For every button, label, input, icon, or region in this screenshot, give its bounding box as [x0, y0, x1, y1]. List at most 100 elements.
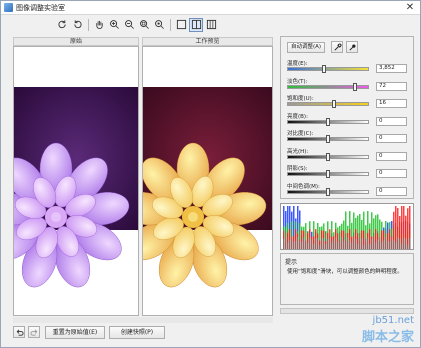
histogram-bar [297, 237, 299, 249]
histogram-bar [293, 241, 295, 249]
adjustment-slider[interactable] [287, 65, 369, 73]
adjustment-slider[interactable] [287, 187, 369, 196]
histogram-bar [289, 239, 291, 249]
histogram-bar [331, 242, 333, 249]
histogram-bar [385, 237, 387, 249]
histogram-bar [383, 240, 385, 249]
view-split-icon[interactable] [189, 17, 203, 32]
histogram-bar [401, 243, 403, 249]
create-snapshot-button[interactable]: 创建快照(P) [109, 326, 165, 339]
histogram-bar [353, 237, 355, 249]
slider-thumb[interactable] [326, 187, 330, 196]
histogram-bar [397, 237, 399, 249]
adjustment-slider[interactable] [287, 135, 369, 143]
image-adjustment-lab-window: 图像调整实验室 ✕ 原始 工作预览 重置为原始值(E) 创建快照(P) 自动调整… [0, 0, 421, 348]
original-image-pane[interactable] [13, 46, 139, 316]
histogram-bar [391, 237, 393, 249]
reset-to-original-button[interactable]: 重置为原始值(E) [45, 326, 105, 339]
panel-scrollbar[interactable] [280, 308, 414, 314]
slider-thumb[interactable] [353, 82, 358, 91]
histogram-bar [379, 237, 381, 249]
slider-thumb[interactable] [326, 152, 330, 161]
histogram-bar [357, 243, 359, 249]
histogram-bar [369, 244, 371, 249]
auto-adjust-button[interactable]: 自动调整(A) [287, 42, 325, 53]
slider-value-input[interactable]: 72 [376, 81, 407, 91]
tip-box: 提示 使用“饱和度”滑块，可以调整颜色的鲜明程度。 [280, 253, 414, 305]
histogram-bar [361, 238, 363, 249]
histogram-bar [299, 240, 301, 249]
histogram-bar [349, 239, 351, 249]
histogram-bar [283, 238, 285, 249]
histogram-bar [291, 237, 293, 249]
histogram-bar [337, 241, 339, 249]
view-split-horizontal-icon[interactable] [204, 18, 218, 32]
view-single-icon[interactable] [174, 18, 188, 32]
zoom-actual-icon[interactable] [152, 18, 166, 32]
slider-thumb[interactable] [326, 117, 330, 126]
adjustment-slider[interactable] [287, 152, 369, 161]
slider-label: 饱和度(U): [287, 96, 314, 102]
histogram-bar [381, 241, 383, 249]
slider-label: 高光(H): [287, 148, 309, 155]
histogram-bar [311, 238, 313, 249]
zoom-in-icon[interactable] [107, 18, 121, 32]
slider-thumb[interactable] [326, 170, 330, 178]
adjustment-slider[interactable] [287, 170, 369, 178]
toolbar-separator [88, 18, 89, 31]
slider-label: 亮度(B): [287, 113, 308, 120]
slider-thumb[interactable] [332, 100, 337, 108]
adjustment-slider[interactable] [287, 117, 369, 126]
original-pane-label: 原始 [13, 37, 139, 46]
histogram-bar [335, 237, 337, 249]
zoom-fit-icon[interactable] [137, 18, 151, 32]
histogram-bar [317, 238, 319, 249]
slider-thumb[interactable] [322, 65, 327, 73]
histogram-bar [401, 206, 403, 249]
hand-icon[interactable] [92, 18, 106, 32]
slider-label: 阴影(S): [287, 166, 308, 172]
slider-value-input[interactable]: 0 [376, 116, 407, 126]
slider-label: 中间色调(M): [287, 183, 320, 190]
histogram-bar [359, 237, 361, 249]
slider-value-input[interactable]: 0 [376, 169, 407, 178]
adjustment-panel: 自动调整(A) 温度(E): 3,852 淡色(T): 72 饱和度(U): 16 亮度(B… [280, 36, 414, 199]
slider-value-input[interactable]: 0 [376, 134, 407, 143]
slider-value-input[interactable]: 0 [376, 151, 407, 161]
histogram-bar [321, 238, 323, 249]
close-button[interactable]: ✕ [404, 1, 416, 14]
preview-image-pane[interactable] [142, 46, 273, 316]
histogram-bar [333, 239, 335, 249]
redo-button[interactable] [28, 326, 40, 338]
undo-button[interactable] [13, 326, 25, 338]
adjustment-slider[interactable] [287, 82, 369, 91]
tip-body: 使用“饱和度”滑块，可以调整颜色的鲜明程度。 [287, 269, 403, 275]
histogram-bar [339, 240, 341, 249]
histogram-bar [399, 239, 401, 249]
app-icon [4, 3, 13, 12]
rotate-right-icon[interactable] [70, 18, 84, 32]
histogram-bar [315, 237, 317, 249]
toolbar-separator [170, 18, 171, 31]
slider-value-input[interactable]: 16 [376, 99, 407, 108]
slider-label: 温度(E): [287, 61, 308, 67]
histogram-bar [371, 238, 373, 249]
slider-thumb[interactable] [326, 135, 330, 143]
histogram-bar [355, 239, 357, 249]
slider-value-input[interactable]: 0 [376, 186, 407, 196]
eyedropper-icon[interactable] [331, 41, 343, 53]
rotate-left-icon[interactable] [55, 18, 69, 32]
histogram-bar [395, 206, 397, 249]
histogram-bar [345, 241, 347, 249]
histogram-bar [407, 208, 409, 249]
histogram-bar [325, 243, 327, 249]
histogram-bar [377, 239, 379, 249]
histogram-bar [365, 238, 367, 249]
zoom-out-icon[interactable] [122, 18, 136, 32]
horizontal-scrollbar[interactable] [13, 317, 273, 323]
slider-value-input[interactable]: 3,852 [376, 64, 407, 73]
adjustment-slider[interactable] [287, 100, 369, 108]
histogram-bar [367, 237, 369, 249]
color-picker-icon[interactable] [346, 41, 358, 53]
title-bar: 图像调整实验室 ✕ [1, 1, 420, 15]
